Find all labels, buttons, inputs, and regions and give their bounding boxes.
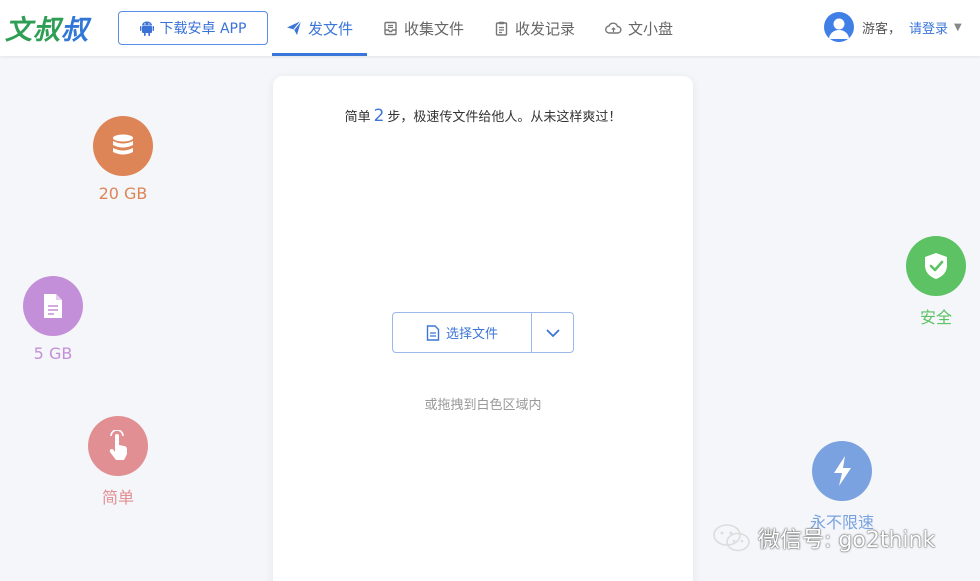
feature-file-size: 5 GB [23,276,83,363]
top-header: 文叔叔 下载安卓 APP 发文件 收集文件 收发记录 文小盘 游客， 请登录 ▼ [0,0,980,56]
wechat-watermark: 微信号: go2think [712,522,935,554]
chevron-down-icon [545,328,560,337]
database-icon [113,134,133,155]
login-link[interactable]: 请登录 [909,18,948,37]
safe-badge [906,236,966,296]
steps-number: 2 [373,106,385,126]
feature-speed: 永不限速 [810,441,874,533]
storage-label: 20 GB [98,184,148,203]
nav-send-label: 发文件 [308,19,354,38]
user-icon [829,18,849,39]
steps-tagline: 简单 2 步，极速传文件给他人。从未这样爽过！ [273,106,693,126]
simple-label: 简单 [101,488,134,507]
main-nav: 发文件 收集文件 收发记录 文小盘 [271,0,703,56]
speed-badge [812,441,872,501]
document-icon [44,294,62,318]
avatar[interactable] [824,12,854,42]
nav-send-files[interactable]: 发文件 [271,0,368,56]
hand-pointer-icon [109,430,127,460]
lightning-icon [834,456,851,486]
upload-card[interactable]: 简单 2 步，极速传文件给他人。从未这样爽过！ 选择文件 或拖拽到白色区域内 [273,76,693,581]
nav-collect-files[interactable]: 收集文件 [383,0,464,56]
wechat-icon [713,524,750,552]
cloud-icon [605,22,622,34]
file-icon [426,324,440,341]
nav-collect-label: 收集文件 [404,19,465,38]
storage-badge [93,116,153,176]
file-size-badge [23,276,83,336]
clipboard-icon [495,21,508,36]
user-menu[interactable]: 游客， 请登录 ▼ [824,11,962,43]
android-icon [139,21,154,36]
drag-drop-hint: 或拖拽到白色区域内 [424,398,542,413]
choose-file-button[interactable]: 选择文件 [393,313,531,352]
choose-options-dropdown[interactable] [531,313,573,352]
feature-storage: 20 GB [93,116,153,203]
nav-cloud-label: 文小盘 [628,19,674,38]
simple-badge [88,416,148,476]
choose-file-control: 选择文件 [392,312,574,353]
inbox-icon [384,21,397,35]
logo-text-green: 文叔 [5,15,61,46]
watermark-text: 微信号: go2think [758,528,936,553]
file-size-label: 5 GB [33,344,73,363]
logo-text-blue: 叔 [61,15,89,46]
choose-file-label: 选择文件 [445,327,498,342]
nav-records[interactable]: 收发记录 [494,0,575,56]
feature-safe: 安全 [906,236,966,328]
send-icon [287,20,302,35]
safe-label: 安全 [919,308,952,327]
feature-simple: 简单 [88,416,148,508]
brand-logo[interactable]: 文叔叔 [5,8,89,47]
download-android-app-button[interactable]: 下载安卓 APP [118,11,268,45]
steps-prefix: 简单 [344,110,371,125]
shield-check-icon [925,253,947,279]
caret-down-icon[interactable]: ▼ [954,22,962,33]
nav-records-label: 收发记录 [515,19,576,38]
nav-cloud-disk[interactable]: 文小盘 [605,0,673,56]
download-label: 下载安卓 APP [159,21,247,37]
steps-suffix: 步，极速传文件给他人。从未这样爽过！ [387,110,622,125]
guest-label: 游客， [862,21,902,37]
